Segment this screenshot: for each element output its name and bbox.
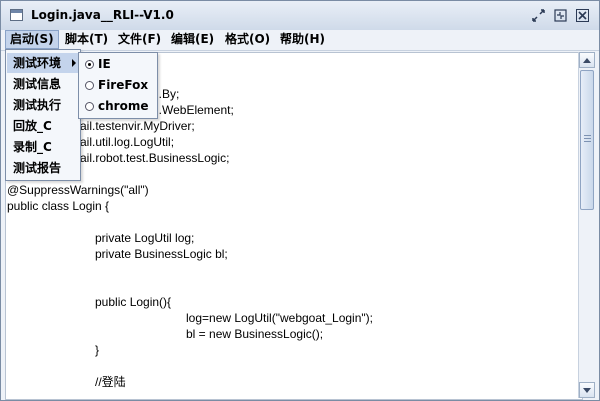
triangle-right-icon bbox=[72, 59, 76, 67]
title-bar[interactable]: Login.java__RLI--V1.0 bbox=[1, 1, 599, 31]
radio-icon bbox=[85, 102, 94, 111]
submenu-item-firefox[interactable]: FireFox bbox=[80, 75, 156, 96]
menu-item-playback[interactable]: 回放_C bbox=[7, 116, 79, 136]
arrow-down-icon[interactable] bbox=[579, 382, 595, 398]
code-line: private BusinessLogic bl; bbox=[95, 247, 228, 261]
menu-format[interactable]: 格式(O) bbox=[221, 30, 274, 49]
menu-bar: 启动(S) 脚本(T) 文件(F) 编辑(E) 格式(O) 帮助(H) bbox=[1, 30, 599, 51]
arrow-up-icon[interactable] bbox=[579, 52, 595, 68]
code-line: bl = new BusinessLogic(); bbox=[186, 327, 324, 341]
menu-item-test-run[interactable]: 测试执行 bbox=[7, 95, 79, 115]
menu-item-test-info[interactable]: 测试信息 bbox=[7, 74, 79, 94]
radio-icon bbox=[85, 81, 94, 90]
environment-submenu: IE FireFox chrome bbox=[78, 52, 158, 119]
code-line: ail.testenvir.MyDriver; bbox=[80, 119, 195, 133]
grip-line bbox=[584, 135, 591, 136]
menu-item-test-environment[interactable]: 测试环境 bbox=[7, 53, 79, 73]
code-line: } bbox=[95, 343, 100, 357]
submenu-item-chrome[interactable]: chrome bbox=[80, 96, 156, 117]
menu-edit[interactable]: 编辑(E) bbox=[167, 30, 218, 49]
maximize-icon[interactable] bbox=[553, 8, 568, 23]
code-line: public class Login { bbox=[7, 199, 110, 213]
code-line: ail.util.log.LogUtil; bbox=[80, 135, 175, 149]
menu-item-test-report[interactable]: 测试报告 bbox=[7, 158, 79, 178]
grip-line bbox=[584, 141, 591, 142]
submenu-item-label: chrome bbox=[98, 99, 149, 113]
code-line: n.WebElement; bbox=[152, 103, 234, 117]
menu-start[interactable]: 启动(S) bbox=[5, 30, 59, 49]
menu-help[interactable]: 帮助(H) bbox=[276, 30, 329, 49]
submenu-item-ie[interactable]: IE bbox=[80, 54, 156, 75]
code-line: log=new LogUtil("webgoat_Login"); bbox=[186, 311, 373, 325]
code-line: ail.robot.test.BusinessLogic; bbox=[80, 151, 230, 165]
grip-line bbox=[584, 138, 591, 139]
menu-item-record[interactable]: 录制_C bbox=[7, 137, 79, 157]
submenu-item-label: FireFox bbox=[98, 78, 149, 92]
scrollbar-thumb[interactable] bbox=[580, 70, 594, 210]
restore-icon[interactable] bbox=[531, 8, 546, 23]
code-line: public Login(){ bbox=[95, 295, 172, 309]
vertical-scrollbar[interactable] bbox=[578, 52, 595, 398]
code-line: @SuppressWarnings("all") bbox=[7, 183, 149, 197]
close-icon[interactable] bbox=[575, 8, 590, 23]
radio-icon bbox=[85, 60, 94, 69]
menu-item-label: 测试环境 bbox=[13, 56, 62, 70]
submenu-item-label: IE bbox=[98, 57, 111, 71]
menu-script[interactable]: 脚本(T) bbox=[61, 30, 112, 49]
window-title: Login.java__RLI--V1.0 bbox=[31, 8, 174, 22]
code-line: private LogUtil log; bbox=[95, 231, 195, 245]
menu-file[interactable]: 文件(F) bbox=[114, 30, 165, 49]
app-window: Login.java__RLI--V1.0 启动(S) 脚本(T) 文件(F) … bbox=[0, 0, 600, 401]
start-menu-dropdown: 测试环境 测试信息 测试执行 回放_C 录制_C 测试报告 bbox=[5, 49, 81, 181]
window-icon bbox=[10, 9, 23, 21]
code-line: //登陆 bbox=[95, 375, 126, 389]
